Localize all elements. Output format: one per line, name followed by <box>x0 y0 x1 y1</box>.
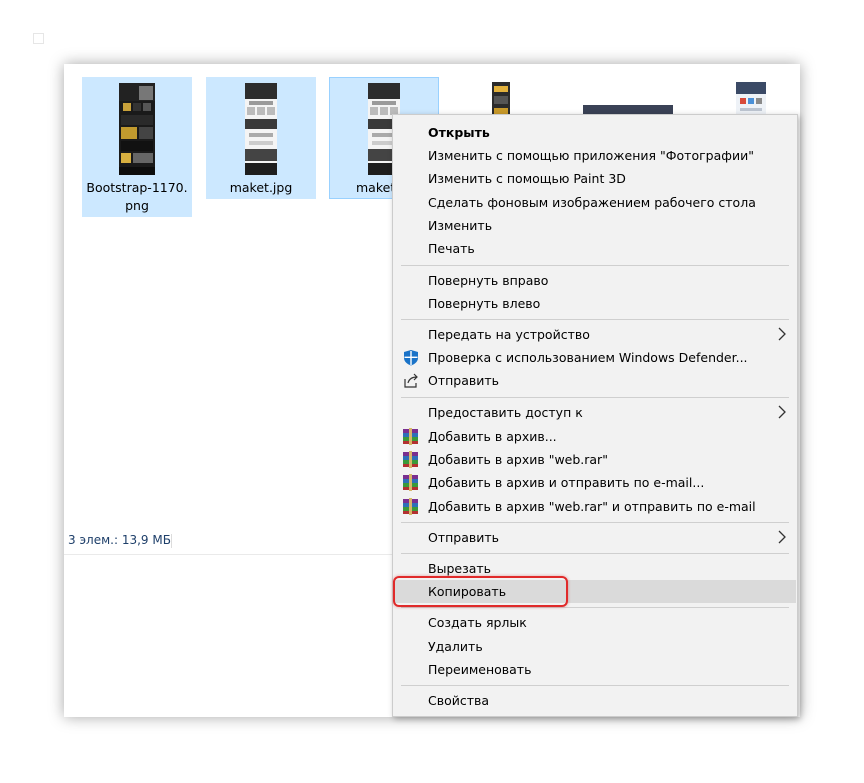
menu-item-label: Передать на устройство <box>428 327 590 342</box>
image-thumbnail-icon <box>119 83 155 175</box>
menu-item-archive-and-email[interactable]: Добавить в архив и отправить по e-mail..… <box>394 471 796 494</box>
image-thumbnail-icon <box>245 83 277 175</box>
menu-item-label: Изменить с помощью Paint 3D <box>428 171 626 186</box>
menu-item-properties[interactable]: Свойства <box>394 689 796 712</box>
menu-separator <box>401 553 789 554</box>
menu-item-rename[interactable]: Переименовать <box>394 658 796 681</box>
menu-item-label: Повернуть вправо <box>428 273 549 288</box>
menu-item-give-access[interactable]: Предоставить доступ к <box>394 401 796 424</box>
file-item-maket-jpg[interactable]: maket.jpg <box>206 77 316 199</box>
menu-item-rotate-right[interactable]: Повернуть вправо <box>394 269 796 292</box>
menu-item-delete[interactable]: Удалить <box>394 635 796 658</box>
menu-item-label: Создать ярлык <box>428 615 527 630</box>
menu-item-open[interactable]: Открыть <box>394 121 796 144</box>
corner-artifact <box>33 33 44 44</box>
chevron-right-icon <box>778 405 786 419</box>
winrar-archive-icon <box>403 428 418 445</box>
menu-item-label: Печать <box>428 241 475 256</box>
winrar-archive-icon <box>403 451 418 468</box>
menu-item-label: Добавить в архив и отправить по e-mail..… <box>428 475 705 490</box>
menu-item-edit-photos[interactable]: Изменить с помощью приложения "Фотографи… <box>394 144 796 167</box>
menu-separator <box>401 685 789 686</box>
file-name: Bootstrap-1170.png <box>86 180 188 213</box>
menu-item-label: Удалить <box>428 639 483 654</box>
context-menu: Открыть Изменить с помощью приложения "Ф… <box>392 114 798 717</box>
status-divider <box>171 534 172 548</box>
menu-item-label: Повернуть влево <box>428 296 541 311</box>
copy-highlight-annotation <box>393 576 568 607</box>
file-name: maket.jpg <box>229 180 293 195</box>
menu-item-label: Добавить в архив "web.rar" и отправить п… <box>428 499 756 514</box>
menu-item-share[interactable]: Отправить <box>394 369 796 392</box>
menu-item-label: Проверка с использованием Windows Defend… <box>428 350 748 365</box>
file-item-bootstrap[interactable]: Bootstrap-1170.png <box>82 77 192 217</box>
winrar-archive-icon <box>403 474 418 491</box>
menu-item-label: Добавить в архив... <box>428 429 557 444</box>
menu-item-set-wallpaper[interactable]: Сделать фоновым изображением рабочего ст… <box>394 191 796 214</box>
share-icon <box>404 373 418 388</box>
menu-item-label: Изменить с помощью приложения "Фотографи… <box>428 148 754 163</box>
menu-separator <box>401 522 789 523</box>
menu-item-label: Отправить <box>428 530 500 545</box>
menu-item-label: Свойства <box>428 693 490 708</box>
menu-separator <box>401 397 789 398</box>
menu-item-web-rar-and-email[interactable]: Добавить в архив "web.rar" и отправить п… <box>394 495 796 518</box>
chevron-right-icon <box>778 327 786 341</box>
menu-item-label: Вырезать <box>428 561 492 576</box>
menu-item-create-shortcut[interactable]: Создать ярлык <box>394 611 796 634</box>
windows-defender-shield-icon <box>404 350 418 366</box>
menu-item-label: Отправить <box>428 373 500 388</box>
menu-item-label: Изменить <box>428 218 493 233</box>
menu-separator <box>401 265 789 266</box>
menu-item-add-to-web-rar[interactable]: Добавить в архив "web.rar" <box>394 448 796 471</box>
menu-item-send-to[interactable]: Отправить <box>394 526 796 549</box>
chevron-right-icon <box>778 530 786 544</box>
menu-item-cast-to-device[interactable]: Передать на устройство <box>394 323 796 346</box>
menu-item-add-to-archive[interactable]: Добавить в архив... <box>394 425 796 448</box>
menu-item-edit-paint3d[interactable]: Изменить с помощью Paint 3D <box>394 167 796 190</box>
menu-item-label: Сделать фоновым изображением рабочего ст… <box>428 195 756 210</box>
menu-item-label: Переименовать <box>428 662 532 677</box>
winrar-archive-icon <box>403 498 418 515</box>
status-bar-border <box>64 554 394 555</box>
menu-separator <box>401 319 789 320</box>
menu-item-label: Открыть <box>428 125 490 140</box>
status-bar-item-count: 3 элем.: 13,9 МБ <box>68 533 171 547</box>
menu-item-rotate-left[interactable]: Повернуть влево <box>394 292 796 315</box>
menu-item-label: Добавить в архив "web.rar" <box>428 452 608 467</box>
menu-item-print[interactable]: Печать <box>394 237 796 260</box>
menu-separator <box>401 607 789 608</box>
menu-item-label: Предоставить доступ к <box>428 405 583 420</box>
menu-item-defender-scan[interactable]: Проверка с использованием Windows Defend… <box>394 346 796 369</box>
menu-item-edit[interactable]: Изменить <box>394 214 796 237</box>
